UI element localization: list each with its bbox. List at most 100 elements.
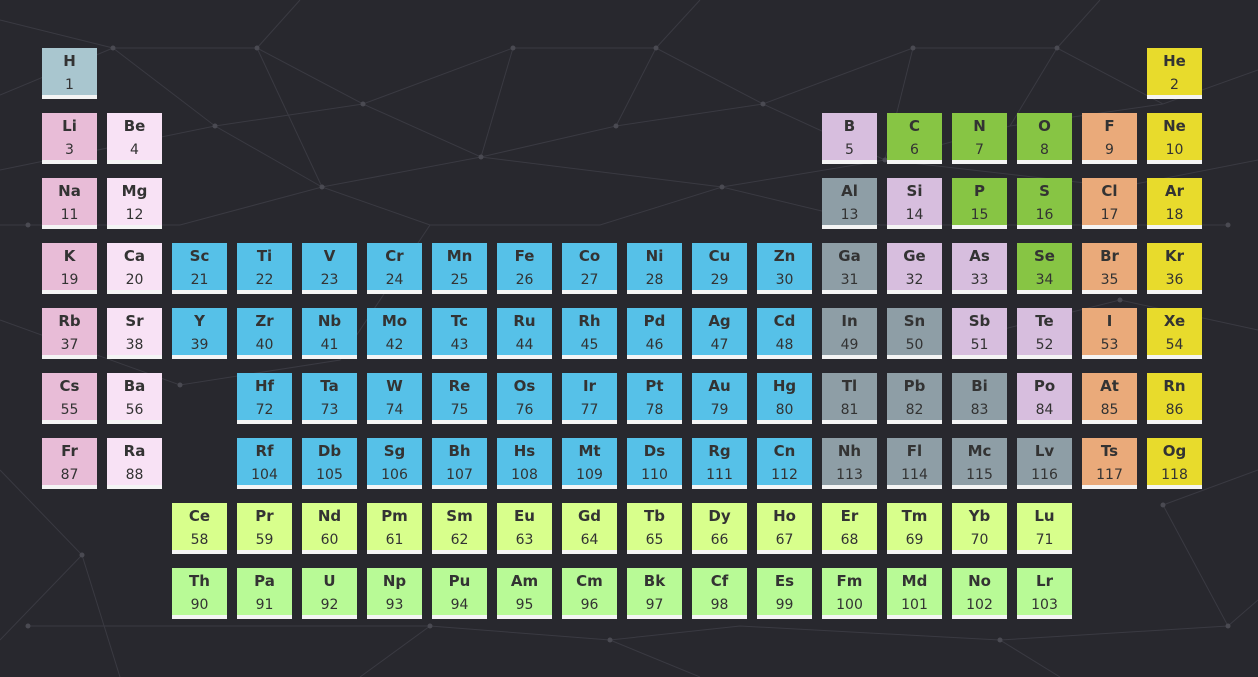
element-tile-cm[interactable]: Cm 96 (562, 568, 617, 619)
element-tile-og[interactable]: Og 118 (1147, 438, 1202, 489)
element-tile-fe[interactable]: Fe 26 (497, 243, 552, 294)
element-tile-sc[interactable]: Sc 21 (172, 243, 227, 294)
element-tile-ti[interactable]: Ti 22 (237, 243, 292, 294)
element-tile-tl[interactable]: Tl 81 (822, 373, 877, 424)
element-tile-zr[interactable]: Zr 40 (237, 308, 292, 359)
element-tile-ds[interactable]: Ds 110 (627, 438, 682, 489)
element-tile-fm[interactable]: Fm 100 (822, 568, 877, 619)
element-tile-pr[interactable]: Pr 59 (237, 503, 292, 554)
element-tile-in[interactable]: In 49 (822, 308, 877, 359)
element-tile-ba[interactable]: Ba 56 (107, 373, 162, 424)
element-tile-sg[interactable]: Sg 106 (367, 438, 422, 489)
element-tile-mo[interactable]: Mo 42 (367, 308, 422, 359)
element-tile-tb[interactable]: Tb 65 (627, 503, 682, 554)
element-tile-ca[interactable]: Ca 20 (107, 243, 162, 294)
element-tile-n[interactable]: N7 (952, 113, 1007, 164)
element-tile-b[interactable]: B5 (822, 113, 877, 164)
element-tile-ir[interactable]: Ir 77 (562, 373, 617, 424)
element-tile-os[interactable]: Os 76 (497, 373, 552, 424)
element-tile-f[interactable]: F9 (1082, 113, 1137, 164)
element-tile-lu[interactable]: Lu 71 (1017, 503, 1072, 554)
element-tile-sn[interactable]: Sn 50 (887, 308, 942, 359)
element-tile-v[interactable]: V 23 (302, 243, 357, 294)
element-tile-eu[interactable]: Eu 63 (497, 503, 552, 554)
element-tile-no[interactable]: No 102 (952, 568, 1007, 619)
element-tile-co[interactable]: Co 27 (562, 243, 617, 294)
element-tile-lr[interactable]: Lr 103 (1017, 568, 1072, 619)
element-tile-at[interactable]: At 85 (1082, 373, 1137, 424)
element-tile-ta[interactable]: Ta 73 (302, 373, 357, 424)
element-tile-au[interactable]: Au 79 (692, 373, 747, 424)
element-tile-ni[interactable]: Ni 28 (627, 243, 682, 294)
element-tile-nd[interactable]: Nd 60 (302, 503, 357, 554)
element-tile-u[interactable]: U 92 (302, 568, 357, 619)
element-tile-hg[interactable]: Hg 80 (757, 373, 812, 424)
element-tile-w[interactable]: W 74 (367, 373, 422, 424)
element-tile-tm[interactable]: Tm 69 (887, 503, 942, 554)
element-tile-pd[interactable]: Pd 46 (627, 308, 682, 359)
element-tile-rf[interactable]: Rf 104 (237, 438, 292, 489)
element-tile-ce[interactable]: Ce 58 (172, 503, 227, 554)
element-tile-he[interactable]: He 2 (1147, 48, 1202, 99)
element-tile-c[interactable]: C6 (887, 113, 942, 164)
element-tile-ar[interactable]: Ar 18 (1147, 178, 1202, 229)
element-tile-sm[interactable]: Sm 62 (432, 503, 487, 554)
element-tile-dy[interactable]: Dy 66 (692, 503, 747, 554)
element-tile-si[interactable]: Si 14 (887, 178, 942, 229)
element-tile-zn[interactable]: Zn 30 (757, 243, 812, 294)
element-tile-bk[interactable]: Bk 97 (627, 568, 682, 619)
element-tile-fl[interactable]: Fl 114 (887, 438, 942, 489)
element-tile-ga[interactable]: Ga 31 (822, 243, 877, 294)
element-tile-pa[interactable]: Pa 91 (237, 568, 292, 619)
element-tile-xe[interactable]: Xe 54 (1147, 308, 1202, 359)
element-tile-cu[interactable]: Cu 29 (692, 243, 747, 294)
element-tile-th[interactable]: Th 90 (172, 568, 227, 619)
element-tile-s[interactable]: S 16 (1017, 178, 1072, 229)
element-tile-mt[interactable]: Mt 109 (562, 438, 617, 489)
element-tile-o[interactable]: O8 (1017, 113, 1072, 164)
element-tile-ag[interactable]: Ag 47 (692, 308, 747, 359)
element-tile-np[interactable]: Np 93 (367, 568, 422, 619)
element-tile-nh[interactable]: Nh 113 (822, 438, 877, 489)
element-tile-po[interactable]: Po 84 (1017, 373, 1072, 424)
element-tile-be[interactable]: Be 4 (107, 113, 162, 164)
element-tile-bi[interactable]: Bi 83 (952, 373, 1007, 424)
element-tile-yb[interactable]: Yb 70 (952, 503, 1007, 554)
element-tile-mc[interactable]: Mc 115 (952, 438, 1007, 489)
element-tile-sr[interactable]: Sr 38 (107, 308, 162, 359)
element-tile-p[interactable]: P 15 (952, 178, 1007, 229)
element-tile-bh[interactable]: Bh 107 (432, 438, 487, 489)
element-tile-te[interactable]: Te 52 (1017, 308, 1072, 359)
element-tile-br[interactable]: Br 35 (1082, 243, 1137, 294)
element-tile-cf[interactable]: Cf 98 (692, 568, 747, 619)
element-tile-cs[interactable]: Cs 55 (42, 373, 97, 424)
element-tile-al[interactable]: Al 13 (822, 178, 877, 229)
element-tile-fr[interactable]: Fr 87 (42, 438, 97, 489)
element-tile-mn[interactable]: Mn 25 (432, 243, 487, 294)
element-tile-ho[interactable]: Ho 67 (757, 503, 812, 554)
element-tile-as[interactable]: As 33 (952, 243, 1007, 294)
element-tile-cl[interactable]: Cl 17 (1082, 178, 1137, 229)
element-tile-hf[interactable]: Hf 72 (237, 373, 292, 424)
element-tile-rb[interactable]: Rb 37 (42, 308, 97, 359)
element-tile-na[interactable]: Na 11 (42, 178, 97, 229)
element-tile-ne[interactable]: Ne 10 (1147, 113, 1202, 164)
element-tile-pb[interactable]: Pb 82 (887, 373, 942, 424)
element-tile-mg[interactable]: Mg 12 (107, 178, 162, 229)
element-tile-pm[interactable]: Pm 61 (367, 503, 422, 554)
element-tile-cn[interactable]: Cn 112 (757, 438, 812, 489)
element-tile-ra[interactable]: Ra 88 (107, 438, 162, 489)
element-tile-er[interactable]: Er 68 (822, 503, 877, 554)
element-tile-y[interactable]: Y 39 (172, 308, 227, 359)
element-tile-am[interactable]: Am 95 (497, 568, 552, 619)
element-tile-h[interactable]: H1 (42, 48, 97, 99)
element-tile-kr[interactable]: Kr 36 (1147, 243, 1202, 294)
element-tile-nb[interactable]: Nb 41 (302, 308, 357, 359)
element-tile-lv[interactable]: Lv 116 (1017, 438, 1072, 489)
element-tile-ts[interactable]: Ts 117 (1082, 438, 1137, 489)
element-tile-pt[interactable]: Pt 78 (627, 373, 682, 424)
element-tile-se[interactable]: Se 34 (1017, 243, 1072, 294)
element-tile-k[interactable]: K 19 (42, 243, 97, 294)
element-tile-pu[interactable]: Pu 94 (432, 568, 487, 619)
element-tile-rn[interactable]: Rn 86 (1147, 373, 1202, 424)
